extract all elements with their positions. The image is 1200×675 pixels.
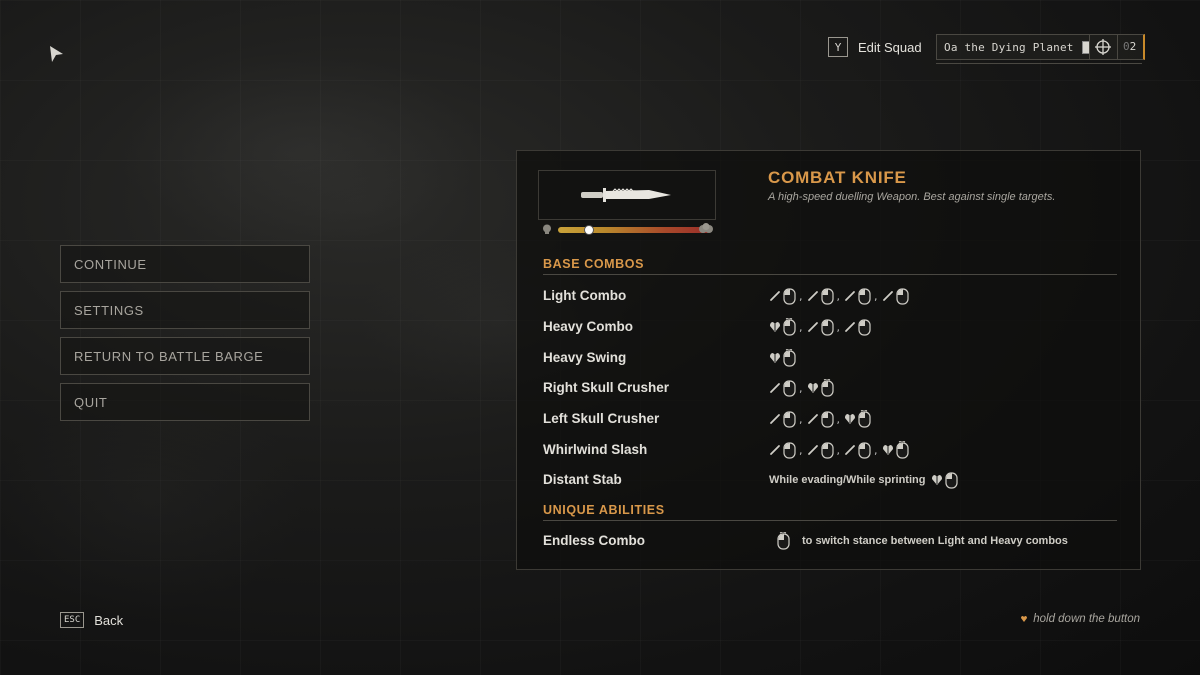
squad-count: 02 <box>1123 40 1137 53</box>
left-mouse-hold-icon <box>777 532 790 550</box>
left-mouse-icon <box>783 288 796 305</box>
left-mouse-icon <box>945 472 959 489</box>
left-mouse-hold-icon <box>783 349 796 367</box>
weapon-speed-meter <box>538 223 714 236</box>
left-mouse-icon <box>858 288 871 305</box>
ability-row: Endless Combo to switch stance between L… <box>543 530 1123 552</box>
left-mouse-hold-icon <box>820 379 834 397</box>
combo-input-sequence: While evading/While sprinting <box>769 469 959 491</box>
combo-input-sequence: , , <box>769 408 871 430</box>
back-button[interactable]: ESC Back <box>60 612 123 628</box>
esc-key-icon: ESC <box>60 612 85 628</box>
light-attack-icon <box>807 322 818 332</box>
weapon-title: COMBAT KNIFE <box>768 168 907 187</box>
key-y-icon: Y <box>828 37 848 57</box>
meter-track <box>558 225 710 235</box>
left-mouse-icon <box>820 319 834 336</box>
light-attack-icon <box>770 291 780 301</box>
heavy-attack-icon <box>770 322 780 332</box>
left-mouse-hold-icon <box>783 318 796 336</box>
combo-row: Heavy Swing <box>543 347 1123 369</box>
section-divider <box>543 274 1117 275</box>
heavy-attack-icon <box>807 383 818 393</box>
combo-name: Heavy Combo <box>543 319 634 334</box>
hold-hint: hold down the button <box>1020 613 1140 625</box>
pause-menu: CONTINUE SETTINGS RETURN TO BATTLE BARGE… <box>60 245 310 429</box>
left-mouse-icon <box>783 411 796 428</box>
light-attack-icon <box>770 445 780 455</box>
combo-input-sequence <box>769 347 796 369</box>
light-attack-icon <box>845 445 855 455</box>
left-mouse-hold-icon <box>858 410 871 428</box>
continue-button[interactable]: CONTINUE <box>60 245 310 283</box>
ability-name: Endless Combo <box>543 533 646 548</box>
edit-squad-control[interactable]: Y Edit Squad <box>828 34 922 60</box>
combo-input-sequence: , , , <box>769 439 909 461</box>
combo-row: Whirlwind Slash , , , <box>543 439 1123 461</box>
ability-input: to switch stance between Light and Heavy… <box>775 530 1068 552</box>
weapon-description: A high-speed duelling Weapon. Best again… <box>768 191 1056 203</box>
light-attack-icon <box>807 291 818 301</box>
unique-abilities-heading: UNIQUE ABILITIES <box>543 503 665 517</box>
edit-squad-label: Edit Squad <box>858 39 922 55</box>
left-mouse-icon <box>820 411 834 428</box>
combo-input-sequence: , <box>769 377 834 399</box>
heavy-attack-icon <box>845 414 855 424</box>
combo-input-sequence: , , , <box>769 285 909 307</box>
combo-name: Right Skull Crusher <box>543 380 670 395</box>
light-attack-icon <box>882 291 893 301</box>
light-attack-icon <box>845 291 855 301</box>
combo-row: Heavy Combo , , <box>543 316 1123 338</box>
heavy-attack-icon <box>882 445 893 455</box>
combo-name: Light Combo <box>543 288 627 303</box>
planet-status[interactable]: Oa the Dying Planet 02 <box>936 34 1145 60</box>
light-attack-icon <box>807 414 818 424</box>
light-attack-icon <box>845 322 855 332</box>
combo-row: Light Combo , , , <box>543 285 1123 307</box>
skull-pile-icon <box>699 223 713 233</box>
hold-icon <box>1021 616 1028 622</box>
left-mouse-icon <box>783 380 796 397</box>
skull-icon <box>543 224 551 234</box>
ability-description: to switch stance between Light and Heavy… <box>802 535 1068 547</box>
combo-row: Distant Stab While evading/While sprinti… <box>543 469 1123 491</box>
left-mouse-hold-icon <box>895 441 909 459</box>
base-combos-heading: BASE COMBOS <box>543 257 645 271</box>
combo-row: Left Skull Crusher , , <box>543 408 1123 430</box>
light-attack-icon <box>770 414 780 424</box>
left-mouse-icon <box>895 288 909 305</box>
combo-row: Right Skull Crusher , <box>543 377 1123 399</box>
light-attack-icon <box>807 445 818 455</box>
left-mouse-icon <box>820 288 834 305</box>
left-mouse-icon <box>858 442 871 459</box>
crosshair-icon <box>1095 39 1111 55</box>
divider <box>936 63 1142 64</box>
quit-button[interactable]: QUIT <box>60 383 310 421</box>
planet-name: Oa the Dying Planet <box>944 40 1074 54</box>
back-label: Back <box>94 612 124 628</box>
heavy-attack-icon <box>932 475 943 485</box>
weapon-preview <box>538 170 716 220</box>
combo-condition: While evading/While sprinting <box>769 474 926 486</box>
return-to-battle-barge-button[interactable]: RETURN TO BATTLE BARGE <box>60 337 310 375</box>
combo-name: Left Skull Crusher <box>543 411 660 426</box>
combo-name: Heavy Swing <box>543 350 627 365</box>
heavy-attack-icon <box>770 353 780 363</box>
combo-name: Whirlwind Slash <box>543 442 648 457</box>
left-mouse-icon <box>858 319 871 336</box>
left-mouse-icon <box>820 442 834 459</box>
section-divider <box>543 520 1117 521</box>
left-mouse-icon <box>783 442 796 459</box>
cursor-icon <box>50 46 63 62</box>
light-attack-icon <box>770 383 780 393</box>
combo-input-sequence: , , <box>769 316 871 338</box>
combat-knife-icon <box>581 188 671 202</box>
combo-name: Distant Stab <box>543 472 622 487</box>
meter-marker <box>584 225 595 235</box>
settings-button[interactable]: SETTINGS <box>60 291 310 329</box>
weapon-panel: COMBAT KNIFE A high-speed duelling Weapo… <box>516 150 1141 570</box>
hint-text: hold down the button <box>1033 613 1140 625</box>
